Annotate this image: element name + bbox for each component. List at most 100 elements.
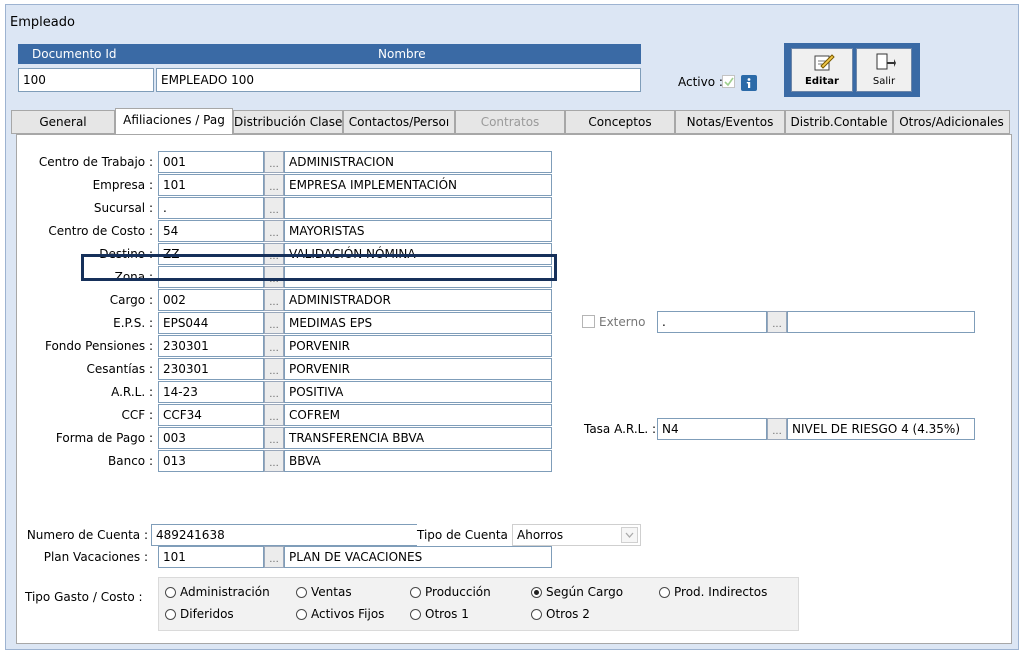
account-type-select[interactable]: Ahorros — [512, 524, 641, 546]
doc-id-field[interactable]: 100 — [18, 68, 154, 92]
expense-option-activos-fijos[interactable]: Activos Fijos — [296, 605, 384, 623]
forma-de-pago-code-field[interactable]: 003 — [158, 427, 264, 449]
radio-circle-icon — [659, 587, 670, 598]
empresa-lookup-button[interactable]: ... — [264, 174, 284, 196]
centro-de-trabajo-lookup-button[interactable]: ... — [264, 151, 284, 173]
centro-de-trabajo-desc-field: ADMINISTRACION — [284, 151, 552, 173]
edit-button-label: Editar — [805, 76, 839, 87]
expense-option-otros-1[interactable]: Otros 1 — [410, 605, 469, 623]
account-number-label: Numero de Cuenta : — [26, 528, 148, 542]
e-p-s-code-field[interactable]: EPS044 — [158, 312, 264, 334]
exit-button[interactable]: Salir — [856, 48, 912, 92]
tab-conceptos[interactable]: Conceptos — [565, 110, 675, 134]
a-r-l-code-field[interactable]: 14-23 — [158, 381, 264, 403]
cargo-lookup-button[interactable]: ... — [264, 289, 284, 311]
external-label: Externo — [599, 315, 646, 329]
external-checkbox[interactable]: Externo — [582, 311, 645, 333]
name-header: Nombre — [156, 44, 641, 64]
chevron-down-icon — [621, 527, 638, 543]
radio-label: Según Cargo — [546, 585, 624, 599]
tab-contactos[interactable]: Contactos/Persoı — [343, 110, 455, 134]
ccf-code-field[interactable]: CCF34 — [158, 404, 264, 426]
cesant-as-desc-field: PORVENIR — [284, 358, 552, 380]
arl-rate-lookup-button[interactable]: ... — [767, 418, 787, 440]
fondo-pensiones-code-field[interactable]: 230301 — [158, 335, 264, 357]
ccf-desc-field: COFREM — [284, 404, 552, 426]
doc-id-header: Documento Id — [18, 44, 156, 64]
e-p-s-lookup-button[interactable]: ... — [264, 312, 284, 334]
name-field[interactable]: EMPLEADO 100 — [156, 68, 641, 92]
a-r-l-lookup-button[interactable]: ... — [264, 381, 284, 403]
radio-label: Producción — [425, 585, 491, 599]
expense-option-diferidos[interactable]: Diferidos — [165, 605, 234, 623]
empresa-desc-field: EMPRESA IMPLEMENTACIÓN — [284, 174, 552, 196]
sucursal-code-field[interactable]: . — [158, 197, 264, 219]
cargo-label: Cargo : — [109, 293, 153, 307]
ccf-label: CCF : — [121, 408, 153, 422]
cesant-as-label: Cesantías : — [86, 362, 153, 376]
expense-option-administraci-n[interactable]: Administración — [165, 583, 270, 601]
cesant-as-code-field[interactable]: 230301 — [158, 358, 264, 380]
external-lookup-button[interactable]: ... — [767, 311, 787, 333]
banco-label: Banco : — [108, 454, 153, 468]
tab-general[interactable]: General — [11, 110, 115, 134]
tab-afiliaciones[interactable]: Afiliaciones / Pag — [115, 108, 233, 135]
banco-lookup-button[interactable]: ... — [264, 450, 284, 472]
radio-label: Diferidos — [180, 607, 234, 621]
active-checkbox[interactable] — [722, 75, 735, 89]
radio-label: Administración — [180, 585, 270, 599]
tab-otros-adicionales[interactable]: Otros/Adicionales — [893, 110, 1010, 134]
radio-circle-icon — [165, 609, 176, 620]
window-title: Empleado — [10, 15, 75, 30]
vacation-plan-desc: PLAN DE VACACIONES — [284, 546, 552, 568]
expense-option-producci-n[interactable]: Producción — [410, 583, 491, 601]
vacation-plan-code[interactable]: 101 — [158, 546, 264, 568]
centro-de-costo-desc-field: MAYORISTAS — [284, 220, 552, 242]
radio-label: Otros 1 — [425, 607, 469, 621]
radio-label: Otros 2 — [546, 607, 590, 621]
radio-circle-icon — [296, 609, 307, 620]
ccf-lookup-button[interactable]: ... — [264, 404, 284, 426]
banco-code-field[interactable]: 013 — [158, 450, 264, 472]
exit-door-icon — [876, 53, 896, 70]
fondo-pensiones-label: Fondo Pensiones : — [44, 339, 153, 353]
cesant-as-lookup-button[interactable]: ... — [264, 358, 284, 380]
banco-desc-field: BBVA — [284, 450, 552, 472]
arl-rate-code[interactable]: N4 — [657, 418, 767, 440]
e-p-s-label: E.P.S. : — [113, 316, 153, 330]
radio-circle-icon — [410, 609, 421, 620]
sucursal-lookup-button[interactable]: ... — [264, 197, 284, 219]
expense-option-prod-indirectos[interactable]: Prod. Indirectos — [659, 583, 767, 601]
centro-de-costo-lookup-button[interactable]: ... — [264, 220, 284, 242]
active-label: Activo : — [678, 75, 723, 89]
empresa-code-field[interactable]: 101 — [158, 174, 264, 196]
empresa-label: Empresa : — [92, 178, 153, 192]
fondo-pensiones-lookup-button[interactable]: ... — [264, 335, 284, 357]
expense-option-seg-n-cargo[interactable]: Según Cargo — [531, 583, 623, 601]
forma-de-pago-lookup-button[interactable]: ... — [264, 427, 284, 449]
tab-distribucion-clase[interactable]: Distribución Clase — [233, 110, 343, 134]
vacation-plan-lookup-button[interactable]: ... — [264, 546, 284, 568]
a-r-l-label: A.R.L. : — [111, 385, 153, 399]
a-r-l-desc-field: POSITIVA — [284, 381, 552, 403]
expense-option-otros-2[interactable]: Otros 2 — [531, 605, 590, 623]
arl-rate-label: Tasa A.R.L. : — [583, 422, 656, 436]
centro-de-costo-code-field[interactable]: 54 — [158, 220, 264, 242]
tab-contratos: Contratos — [455, 110, 565, 134]
edit-button[interactable]: Editar — [791, 48, 853, 92]
info-icon[interactable] — [741, 75, 757, 91]
centro-de-trabajo-label: Centro de Trabajo : — [38, 155, 153, 169]
sucursal-desc-field — [284, 197, 552, 219]
external-desc — [787, 311, 975, 333]
tab-distrib-contable[interactable]: Distrib.Contable — [785, 110, 893, 134]
radio-circle-icon — [531, 609, 542, 620]
affiliations-panel: Centro de Trabajo :001... ADMINISTRACION E… — [16, 134, 1012, 644]
radio-circle-icon — [296, 587, 307, 598]
external-code[interactable]: . — [657, 311, 767, 333]
centro-de-trabajo-code-field[interactable]: 001 — [158, 151, 264, 173]
expense-option-ventas[interactable]: Ventas — [296, 583, 352, 601]
cargo-code-field[interactable]: 002 — [158, 289, 264, 311]
tab-notas-eventos[interactable]: Notas/Eventos — [675, 110, 785, 134]
radio-circle-icon — [165, 587, 176, 598]
radio-label: Activos Fijos — [311, 607, 385, 621]
